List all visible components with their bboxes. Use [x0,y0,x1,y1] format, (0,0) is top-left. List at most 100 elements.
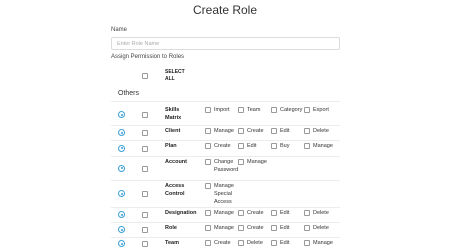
permission-option[interactable]: Buy [271,142,304,150]
permission-option[interactable]: Create [205,239,238,247]
permission-checkbox[interactable] [205,159,211,165]
permission-option[interactable]: Manage [205,224,238,232]
permission-checkbox[interactable] [238,240,244,246]
permission-option[interactable]: Manage [205,209,238,217]
select-all-label: SELECT ALL [165,69,185,82]
module-select-checkbox[interactable] [142,227,148,233]
module-expand-icon[interactable] [118,129,125,136]
permission-option[interactable]: Edit [271,239,304,247]
permission-label: Manage [313,143,333,149]
module-expand-icon[interactable] [118,211,125,218]
permission-checkbox[interactable] [271,107,277,113]
permission-checkbox[interactable] [238,107,244,113]
permission-option[interactable]: Edit [238,142,271,150]
row-divider [111,125,340,126]
module-expand-icon[interactable] [118,190,125,197]
permission-option[interactable]: Edit [271,127,304,135]
permission-label: Change Password [214,159,239,173]
permission-label: Create [247,210,264,216]
permission-option[interactable]: Edit [271,224,304,232]
permission-checkbox[interactable] [205,107,211,113]
module-select-checkbox[interactable] [142,241,148,247]
module-name: Account [165,159,187,165]
permission-checkbox[interactable] [271,225,277,231]
permission-option[interactable]: Export [304,106,337,114]
permission-label: Export [313,107,329,113]
permission-label: Manage [313,240,333,246]
permission-checkbox[interactable] [205,183,211,189]
module-expand-icon[interactable] [118,111,125,118]
section-title: Others [118,90,140,97]
module-name: Role [165,225,177,231]
permission-option[interactable]: Change Password [205,158,238,174]
permission-option[interactable]: Delete [238,239,271,247]
select-all-checkbox[interactable] [142,73,148,79]
permission-option[interactable]: Manage [304,142,337,150]
permission-checkbox[interactable] [304,143,310,149]
permission-label: Manage [214,225,234,231]
permission-label: Import [214,107,230,113]
permission-option[interactable]: Create [238,224,271,232]
permission-checkbox[interactable] [304,107,310,113]
permission-option[interactable]: Manage [205,127,238,135]
permission-label: Manage [247,159,267,165]
name-label: Name [111,27,128,33]
permission-label: Create [247,128,264,134]
module-select-checkbox[interactable] [142,130,148,136]
permission-label: Edit [280,240,290,246]
permission-checkbox[interactable] [205,210,211,216]
permission-option[interactable]: Team [238,106,271,114]
permission-option[interactable]: Import [205,106,238,114]
permission-label: Edit [280,225,290,231]
permission-checkbox[interactable] [238,143,244,149]
row-divider [111,180,340,181]
permission-checkbox[interactable] [304,225,310,231]
module-select-checkbox[interactable] [142,112,148,118]
permission-checkbox[interactable] [205,240,211,246]
module-expand-icon[interactable] [118,164,125,172]
permission-checkbox[interactable] [238,210,244,216]
permission-checkbox[interactable] [271,240,277,246]
permission-checkbox[interactable] [304,210,310,216]
permission-checkbox[interactable] [205,143,211,149]
module-expand-icon[interactable] [118,240,125,247]
module-expand-icon[interactable] [118,226,125,233]
permission-option[interactable]: Delete [304,209,337,217]
module-name: Designation [165,210,197,216]
permission-option[interactable]: Manage [238,158,271,166]
module-select-checkbox[interactable] [142,212,148,218]
role-name-input[interactable] [111,37,340,50]
permission-label: Manage [214,210,234,216]
permission-option[interactable]: Delete [304,224,337,232]
permission-checkbox[interactable] [304,128,310,134]
permission-checkbox[interactable] [271,210,277,216]
assign-permission-label: Assign Permission to Roles [111,54,185,60]
permission-checkbox[interactable] [271,143,277,149]
permission-option[interactable]: Create [238,127,271,135]
permission-label: Delete [247,240,263,246]
permission-option[interactable]: Delete [304,127,337,135]
module-select-checkbox[interactable] [142,165,148,172]
permission-option[interactable]: Manage Special Access [205,182,238,206]
permission-checkbox[interactable] [271,128,277,134]
permission-checkbox[interactable] [304,240,310,246]
module-expand-icon[interactable] [118,144,125,152]
permission-option[interactable]: Manage [304,239,337,247]
permission-label: Edit [280,128,290,134]
module-name: Team [165,240,179,246]
permission-checkbox[interactable] [205,128,211,134]
permission-option[interactable]: Create [238,209,271,217]
permission-label: Create [247,225,264,231]
permission-option[interactable]: Edit [271,209,304,217]
module-select-checkbox[interactable] [142,145,148,152]
permission-checkbox[interactable] [205,225,211,231]
permission-label: Delete [313,210,329,216]
permission-label: Create [214,143,231,149]
permission-checkbox[interactable] [238,159,244,165]
permission-label: Manage [214,128,234,134]
module-select-checkbox[interactable] [142,191,148,197]
permission-checkbox[interactable] [238,225,244,231]
permission-checkbox[interactable] [238,128,244,134]
permission-option[interactable]: Category [271,106,304,114]
permission-option[interactable]: Create [205,142,238,150]
